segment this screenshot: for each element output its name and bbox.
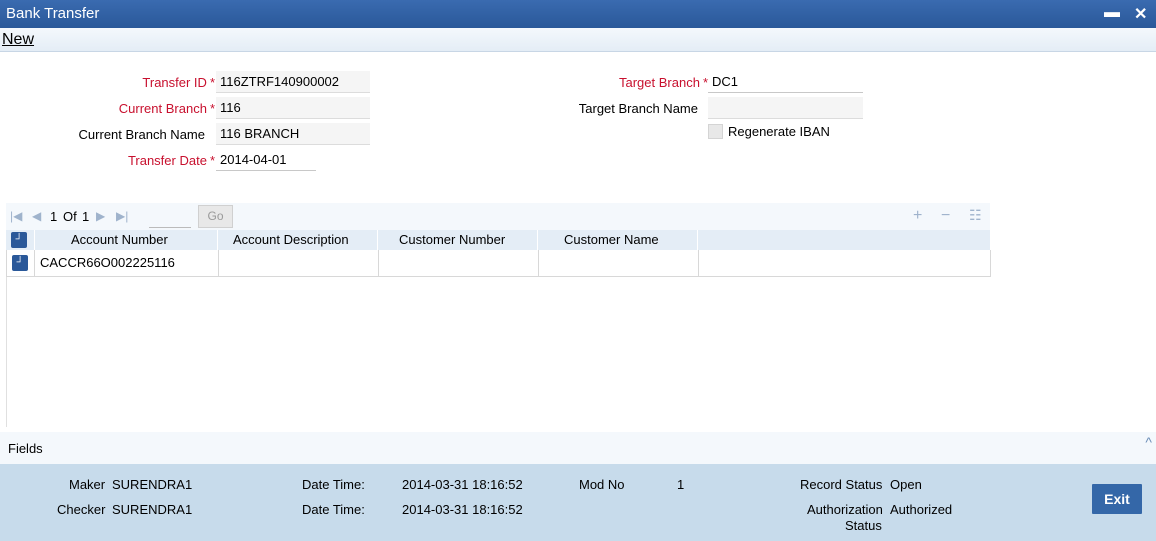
single-view-icon[interactable]: ☷ bbox=[969, 207, 982, 224]
action-bar: New bbox=[0, 28, 1156, 52]
auth-status-label: Authorization bbox=[807, 502, 883, 517]
transfer-date-field[interactable]: 2014-04-01 bbox=[216, 149, 316, 171]
customer-name-cell[interactable] bbox=[539, 250, 699, 276]
column-header[interactable]: Customer Name bbox=[564, 232, 659, 247]
page-of-label: Of bbox=[63, 209, 77, 224]
target-branch-label: Target Branch * bbox=[619, 75, 708, 90]
column-header[interactable]: Customer Number bbox=[399, 232, 505, 247]
fields-label: Fields bbox=[8, 441, 43, 456]
page-go-input[interactable] bbox=[149, 206, 191, 228]
close-icon[interactable]: ✕ bbox=[1134, 4, 1147, 24]
account-description-cell[interactable] bbox=[219, 250, 379, 276]
target-branch-name-label: Target Branch Name bbox=[578, 101, 698, 116]
regenerate-iban-checkbox[interactable] bbox=[708, 124, 723, 139]
maker-label: Maker bbox=[69, 477, 106, 492]
exit-button[interactable]: Exit bbox=[1092, 484, 1142, 514]
checker-datetime-value: 2014-03-31 18:16:52 bbox=[402, 502, 523, 517]
checker-datetime-label: Date Time: bbox=[302, 502, 365, 517]
current-branch-name-label: Current Branch Name bbox=[78, 127, 205, 142]
next-page-icon[interactable]: ▶ bbox=[96, 209, 105, 223]
maker-datetime-value: 2014-03-31 18:16:52 bbox=[402, 477, 523, 492]
new-link[interactable]: New bbox=[2, 31, 34, 49]
checker-value: SURENDRA1 bbox=[112, 502, 193, 517]
maker-value: SURENDRA1 bbox=[112, 477, 193, 492]
checker-label: Checker bbox=[57, 502, 106, 517]
window-title-bar: Bank Transfer ▬ ✕ bbox=[0, 0, 1156, 28]
prev-page-icon[interactable]: ◀ bbox=[32, 209, 41, 223]
current-branch-field[interactable]: 116 bbox=[216, 97, 370, 119]
fields-section[interactable]: Fields ^ bbox=[0, 432, 1156, 464]
row-select-checkbox[interactable]: ┘ bbox=[12, 255, 28, 271]
go-button[interactable]: Go bbox=[198, 205, 233, 228]
regenerate-iban-label: Regenerate IBAN bbox=[728, 124, 830, 139]
first-page-icon[interactable]: |◀ bbox=[10, 209, 22, 223]
auth-status-value: Authorized bbox=[890, 502, 953, 517]
mod-no-value: 1 bbox=[677, 477, 685, 492]
auth-status-label-2: Status bbox=[845, 518, 882, 533]
column-header[interactable]: Account Description bbox=[233, 232, 349, 247]
select-all-checkbox[interactable]: ┘ bbox=[11, 232, 27, 248]
mod-no-label: Mod No bbox=[579, 477, 625, 492]
window-title: Bank Transfer bbox=[6, 5, 100, 22]
table-row[interactable]: ┘ CACCR66O002225116 bbox=[6, 250, 991, 277]
delete-row-icon[interactable]: − bbox=[941, 207, 950, 225]
grid-border bbox=[6, 277, 7, 427]
minimize-icon[interactable]: ▬ bbox=[1104, 4, 1120, 22]
current-branch-name-field[interactable]: 116 BRANCH bbox=[216, 123, 370, 145]
record-status-label: Record Status bbox=[800, 477, 883, 492]
transfer-date-label: Transfer Date * bbox=[127, 153, 215, 168]
add-row-icon[interactable]: + bbox=[913, 207, 922, 225]
account-number-cell[interactable]: CACCR66O002225116 bbox=[37, 252, 194, 274]
page-current: 1 bbox=[50, 209, 58, 224]
transfer-id-label: Transfer ID * bbox=[142, 75, 215, 90]
current-branch-label: Current Branch * bbox=[118, 101, 215, 116]
maker-datetime-label: Date Time: bbox=[302, 477, 365, 492]
chevron-up-icon[interactable]: ^ bbox=[1145, 434, 1152, 450]
page-total: 1 bbox=[82, 209, 90, 224]
customer-number-cell[interactable] bbox=[379, 250, 539, 276]
target-branch-field[interactable]: DC1 bbox=[708, 71, 863, 93]
grid-header: ┘ Account Number Account Description Cus… bbox=[6, 230, 990, 250]
transfer-id-field[interactable]: 116ZTRF140900002 bbox=[216, 71, 370, 93]
record-status-value: Open bbox=[890, 477, 922, 492]
column-header[interactable]: Account Number bbox=[71, 232, 168, 247]
target-branch-name-field[interactable] bbox=[708, 97, 863, 119]
grid-toolbar: |◀ ◀ 1 Of 1 ▶ ▶| Go + − ☷ bbox=[6, 203, 990, 230]
last-page-icon[interactable]: ▶| bbox=[116, 209, 128, 223]
